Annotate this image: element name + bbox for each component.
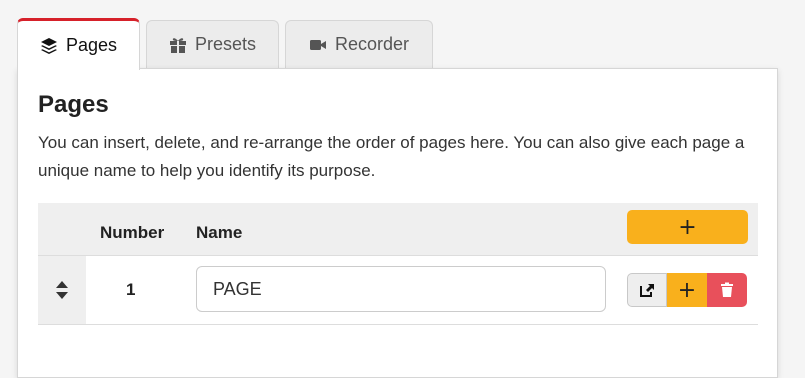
export-page-button[interactable]: [627, 273, 667, 307]
panel-description: You can insert, delete, and re-arrange t…: [38, 133, 745, 180]
table-header: Number Name +: [38, 203, 758, 256]
column-header-number: Number: [100, 223, 165, 242]
tab-pages[interactable]: Pages: [17, 18, 140, 70]
video-camera-icon: [309, 36, 327, 54]
tab-label: Pages: [65, 35, 118, 55]
tab-presets[interactable]: Presets: [146, 20, 279, 68]
add-page-button[interactable]: +: [627, 210, 748, 244]
layers-icon: [40, 37, 58, 55]
tab-label: Presets: [194, 34, 257, 54]
share-icon: [640, 284, 654, 297]
row-actions: +: [627, 273, 747, 307]
insert-page-button[interactable]: +: [667, 273, 707, 307]
column-header-name: Name: [196, 223, 243, 242]
panel-title: Pages: [38, 91, 109, 118]
page-name-input[interactable]: [196, 266, 606, 312]
page-number: 1: [126, 280, 136, 299]
delete-page-button[interactable]: [707, 273, 747, 307]
table-row: 1 +: [38, 256, 758, 325]
tab-bar: Pages Presets Recorder: [0, 0, 805, 70]
gift-icon: [169, 36, 187, 54]
pages-panel: Pages You can insert, delete, and re-arr…: [17, 68, 778, 378]
drag-handle[interactable]: [38, 256, 86, 324]
sort-icon: [56, 281, 68, 299]
tab-recorder[interactable]: Recorder: [285, 20, 433, 68]
tab-label: Recorder: [334, 34, 410, 54]
pages-table: Number Name + 1 +: [38, 203, 758, 325]
trash-icon: [721, 282, 733, 297]
